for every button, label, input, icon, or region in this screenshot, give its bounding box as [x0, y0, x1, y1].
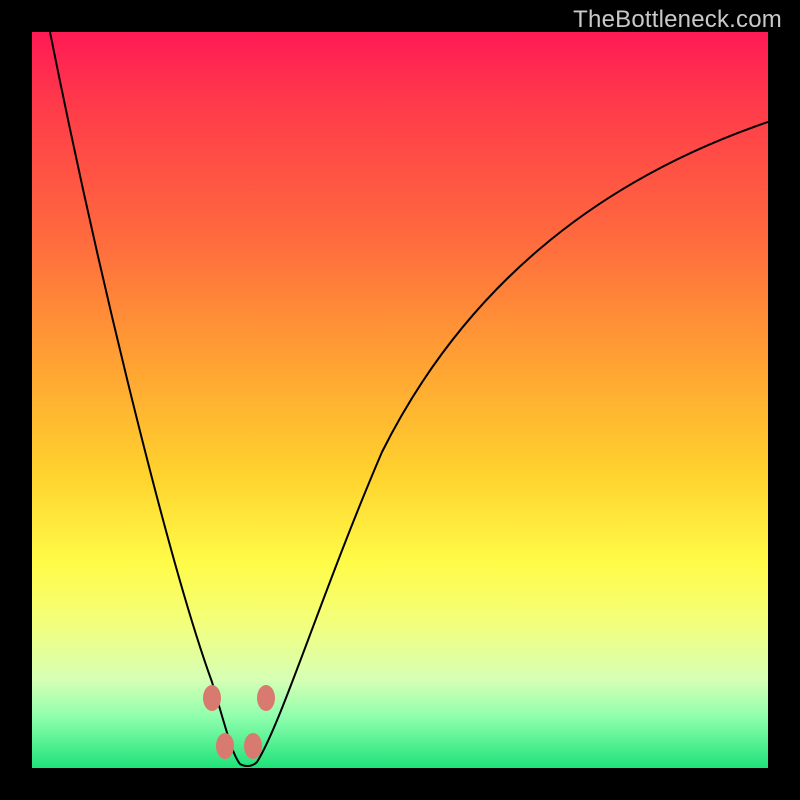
plot-area — [32, 32, 768, 768]
curve-svg — [32, 32, 768, 768]
chart-frame: TheBottleneck.com — [0, 0, 800, 800]
node-left-upper — [203, 685, 221, 711]
node-right-lower — [244, 733, 262, 759]
bottleneck-curve — [50, 32, 768, 766]
watermark-text: TheBottleneck.com — [573, 6, 782, 34]
node-right-upper — [257, 685, 275, 711]
node-left-lower — [216, 733, 234, 759]
